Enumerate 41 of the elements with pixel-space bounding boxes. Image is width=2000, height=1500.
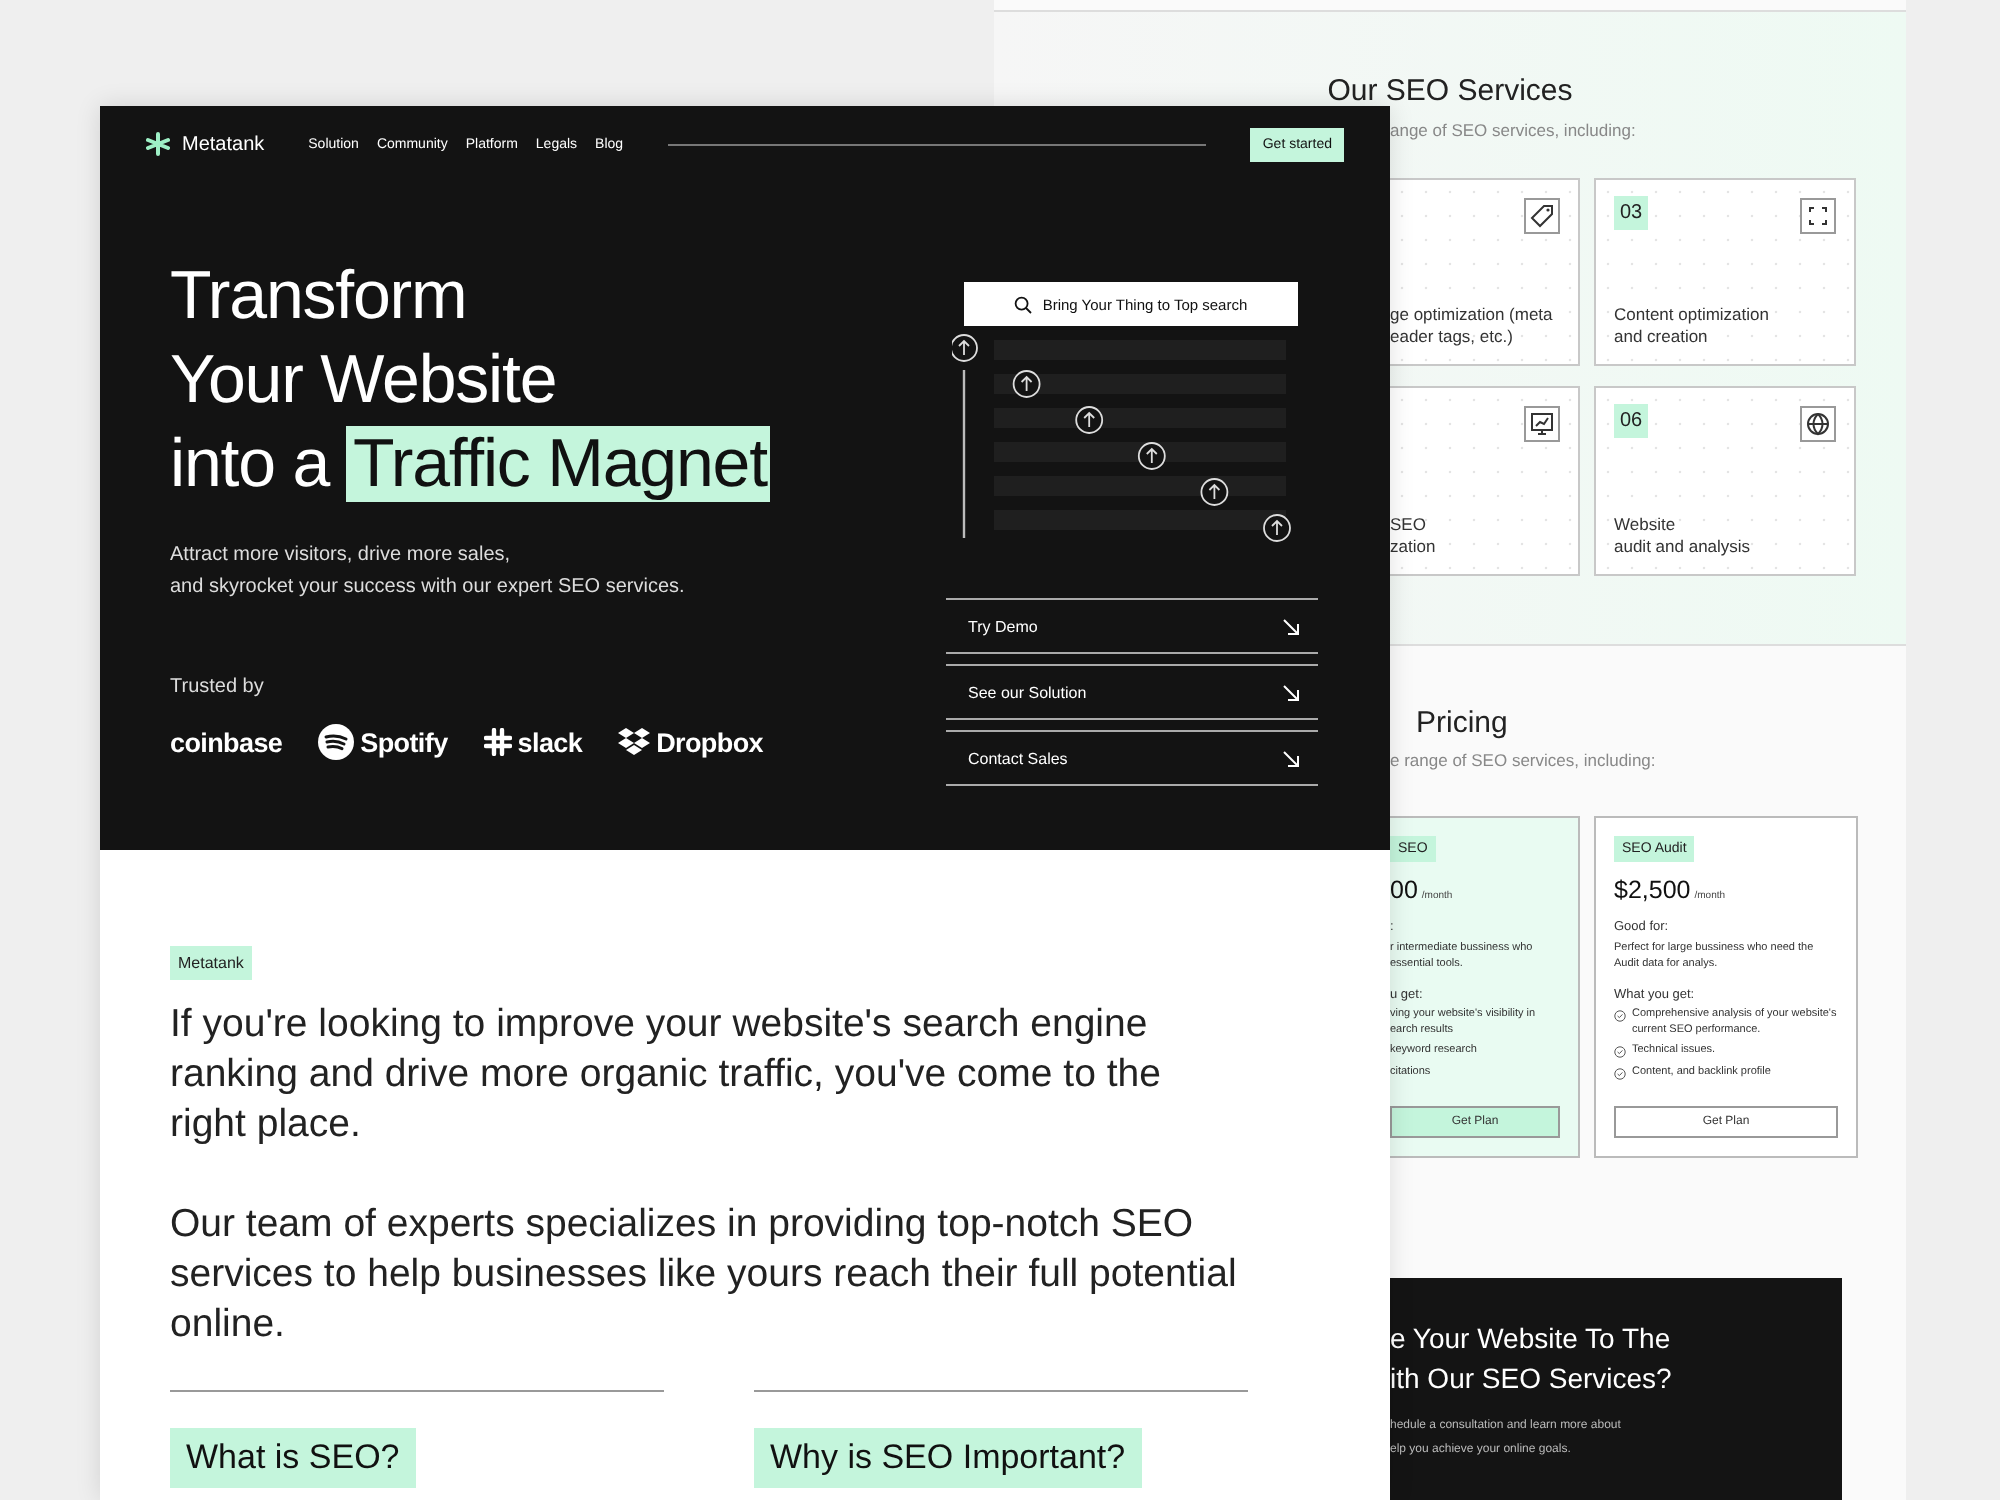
- brand-logo: coinbase: [170, 727, 283, 757]
- arrow-down-right-icon: [1282, 683, 1300, 701]
- service-number: 03: [1614, 196, 1649, 230]
- sound-waves-icon: [318, 724, 355, 760]
- arrow-down-right-icon: [1282, 749, 1300, 767]
- globe-icon: [1800, 406, 1836, 442]
- section-title: Our SEO Services: [1325, 74, 1575, 108]
- plan-price: 00: [1390, 876, 1418, 904]
- service-text: Website audit and analysis: [1614, 514, 1753, 558]
- plan-price: $2,500: [1614, 876, 1691, 904]
- box-icon: [618, 728, 651, 756]
- flower-logo-icon: [146, 132, 170, 156]
- intro-paragraph: Our team of experts specializes in providing top-notch SEO services to help businesses like yours reach their full potential online.: [170, 1200, 1239, 1350]
- hero-subtitle: Attract more visitors, drive more sales, and skyrocket your success with our expert SEO services.: [170, 542, 687, 602]
- corners-icon: [1800, 198, 1836, 234]
- brand-logo: Dropbox: [656, 727, 763, 757]
- section-subtitle: e range of SEO services, including:: [1390, 750, 1658, 770]
- topic-heading: Why is SEO Important?: [754, 1428, 1142, 1488]
- service-text: Content optimization and creation: [1614, 304, 1771, 348]
- tag-icon: [1524, 198, 1560, 234]
- topic-heading: What is SEO?: [170, 1428, 416, 1488]
- hash-icon: [483, 728, 512, 756]
- hero-link[interactable]: Try Demo: [946, 598, 1318, 654]
- service-text: ge optimization (meta eader tags, etc.): [1390, 304, 1555, 348]
- section-subtitle: ange of SEO services, including:: [1390, 120, 1638, 140]
- trusted-by-label: Trusted by: [170, 676, 266, 698]
- hero-link[interactable]: See our Solution: [946, 664, 1318, 720]
- brand-tag: Metatank: [170, 946, 252, 980]
- intro-paragraph: If you're looking to improve your website's search engine ranking and drive more organic traffic, you've come to the right place.: [170, 1000, 1163, 1150]
- brand-logo: Spotify: [360, 727, 448, 757]
- hero-link[interactable]: Contact Sales: [946, 730, 1318, 786]
- brand-logo: slack: [517, 727, 583, 757]
- brand-name: Metatank: [182, 133, 265, 155]
- arrow-down-right-icon: [1282, 617, 1300, 635]
- search-icon: [1014, 295, 1033, 313]
- cta-title: e Your Website To The ith Our SEO Services?: [1390, 1320, 1674, 1398]
- service-text: SEO zation: [1390, 514, 1438, 558]
- hero-heading: Transform Your Website into a Traffic Magnet: [170, 256, 773, 506]
- service-number: 06: [1614, 404, 1649, 438]
- presentation-board-icon: [1524, 406, 1560, 442]
- section-title: Pricing: [1416, 706, 1510, 740]
